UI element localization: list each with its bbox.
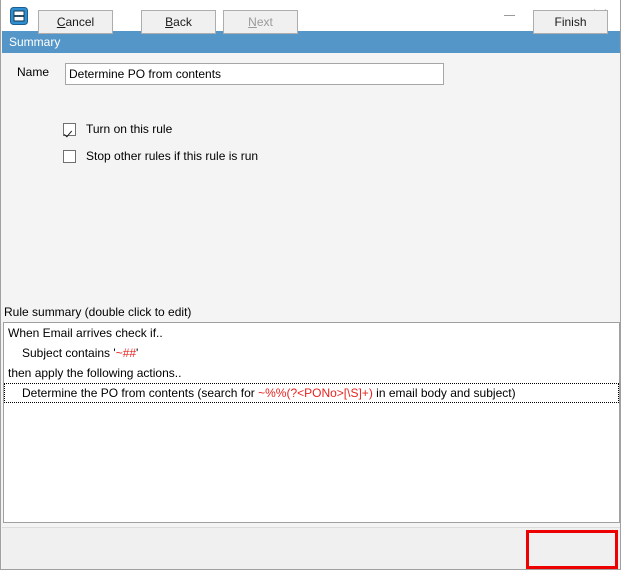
rule-summary-listbox[interactable]: When Email arrives check if.. Subject co… — [3, 322, 620, 523]
back-button[interactable]: Back — [141, 10, 216, 34]
stop-other-rules-label: Stop other rules if this rule is run — [86, 149, 259, 163]
minimize-button[interactable] — [487, 0, 532, 31]
line-suffix: in email body and subject) — [372, 386, 516, 400]
rule-summary-line[interactable]: When Email arrives check if.. — [4, 323, 619, 343]
next-button: Next — [223, 10, 298, 34]
rule-summary-line[interactable]: Subject contains '~##' — [4, 343, 619, 363]
finish-button-label: Finish — [554, 15, 587, 29]
cancel-button[interactable]: Cancel — [38, 10, 113, 34]
minimize-icon — [504, 15, 515, 16]
rule-summary-caption: Rule summary (double click to edit) — [4, 305, 192, 319]
turn-on-this-rule-label: Turn on this rule — [86, 122, 173, 136]
rule-summary-line-selected[interactable]: Determine the PO from contents (search f… — [4, 383, 619, 403]
rule-wizard-app-icon — [10, 6, 28, 25]
rule-name-input[interactable] — [65, 63, 444, 85]
footer-bar — [2, 527, 620, 569]
rule-wizard-window: Rule Wizard Summary Name Turn on this ru… — [0, 0, 621, 570]
line-suffix: ' — [136, 346, 139, 360]
line-prefix: Determine the PO from contents (search f… — [22, 386, 259, 400]
section-header-label: Summary — [9, 35, 61, 49]
rule-summary-line[interactable]: then apply the following actions.. — [4, 363, 619, 383]
line-prefix: Subject contains ' — [22, 346, 116, 360]
checkbox-row-turn-on-rule[interactable]: Turn on this rule — [63, 121, 172, 137]
form-area — [2, 53, 620, 300]
section-header: Summary — [2, 31, 620, 53]
turn-on-this-rule-checkbox[interactable] — [63, 122, 76, 136]
name-label: Name — [17, 65, 50, 79]
line-regex: ~## — [115, 346, 137, 360]
line-regex: ~%%(?<PONo>[\S]+) — [258, 386, 373, 400]
checkbox-row-stop-other-rules[interactable]: Stop other rules if this rule is run — [63, 148, 258, 164]
stop-other-rules-checkbox[interactable] — [63, 149, 76, 163]
finish-button[interactable]: Finish — [533, 10, 608, 34]
